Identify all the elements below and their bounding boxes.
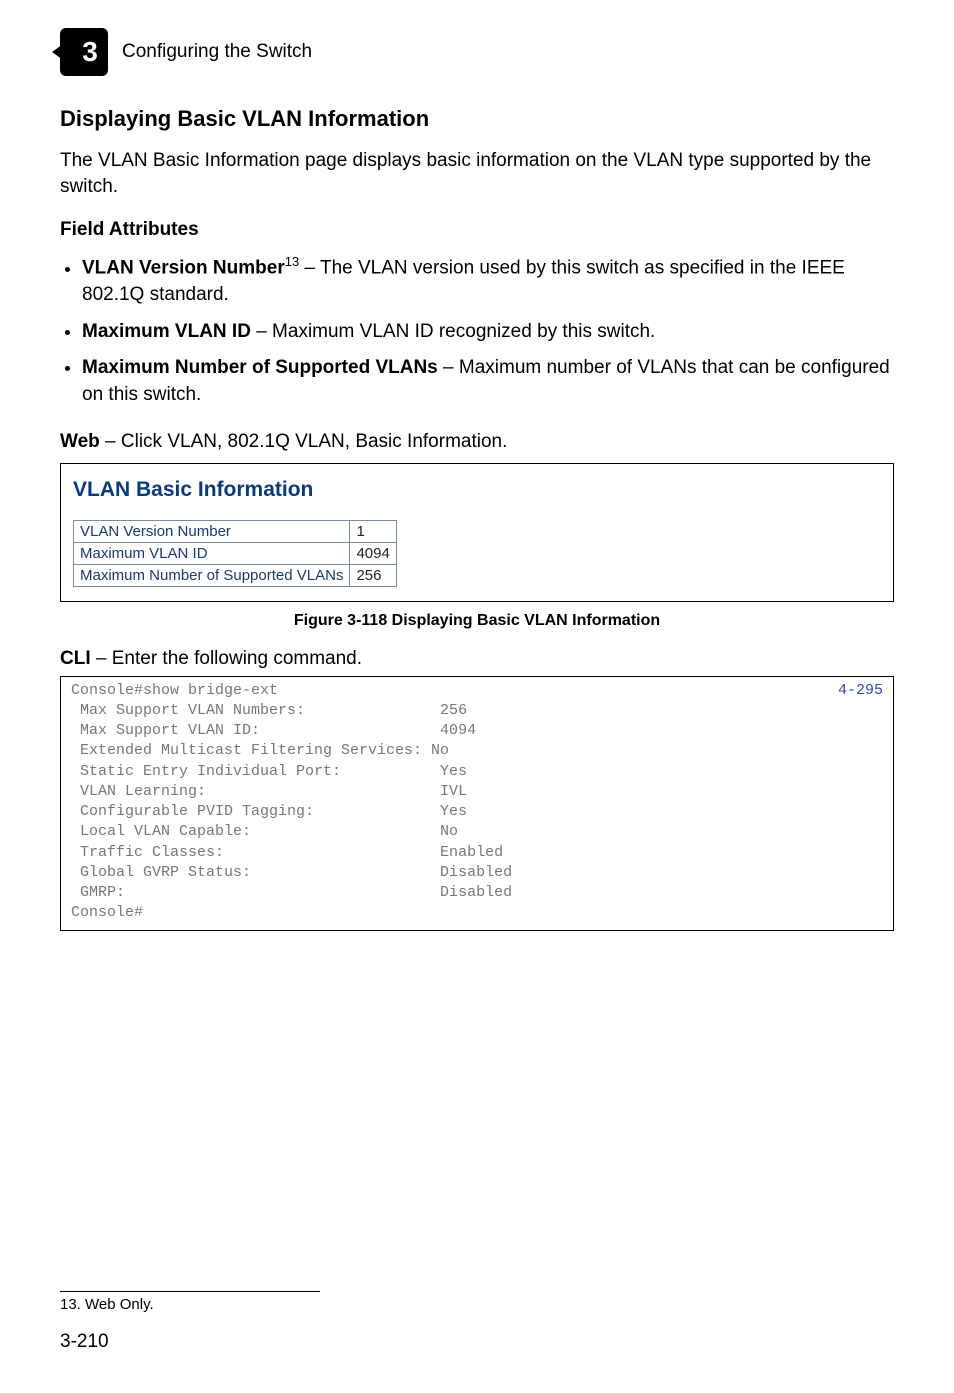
attr-desc: – Maximum VLAN ID recognized by this swi…: [251, 321, 655, 342]
footnote: 13. Web Only.: [60, 1296, 894, 1313]
attr-term: Maximum Number of Supported VLANs: [82, 357, 438, 378]
field-attributes-heading: Field Attributes: [60, 219, 894, 241]
field-attributes-list: VLAN Version Number13 – The VLAN version…: [60, 253, 894, 408]
cell-label: Maximum Number of Supported VLANs: [74, 564, 350, 586]
cell-value: 1: [350, 520, 397, 542]
cell-label: Maximum VLAN ID: [74, 542, 350, 564]
cli-line: Static Entry Individual Port: Yes: [71, 763, 467, 780]
cli-line: Traffic Classes: Enabled: [71, 844, 503, 861]
cli-line: Local VLAN Capable: No: [71, 823, 458, 840]
page-header: 3 Configuring the Switch: [60, 28, 894, 76]
chapter-number: 3: [82, 36, 98, 68]
vlan-info-table: VLAN Version Number 1 Maximum VLAN ID 40…: [73, 520, 397, 587]
cli-label: CLI: [60, 648, 91, 669]
arrow-left-icon: [52, 42, 66, 62]
cli-line: Extended Multicast Filtering Services: N…: [71, 742, 449, 759]
table-row: Maximum VLAN ID 4094: [74, 542, 397, 564]
section-heading: Displaying Basic VLAN Information: [60, 106, 894, 132]
cli-line: Console#show bridge-ext: [71, 682, 278, 699]
web-label: Web: [60, 431, 100, 452]
page-number: 3-210: [60, 1331, 894, 1353]
figure-caption: Figure 3-118 Displaying Basic VLAN Infor…: [60, 612, 894, 630]
cli-page-ref: 4-295: [838, 681, 883, 701]
panel-title: VLAN Basic Information: [73, 478, 881, 502]
cli-output: 4-295 Console#show bridge-ext Max Support…: [60, 676, 894, 931]
cli-text: – Enter the following command.: [91, 648, 362, 669]
cli-line: VLAN Learning: IVL: [71, 783, 467, 800]
footnote-ref: 13: [285, 254, 299, 269]
attr-term: VLAN Version Number: [82, 258, 285, 279]
cell-value: 256: [350, 564, 397, 586]
table-row: VLAN Version Number 1: [74, 520, 397, 542]
header-title: Configuring the Switch: [122, 41, 312, 63]
cell-label: VLAN Version Number: [74, 520, 350, 542]
list-item: Maximum VLAN ID – Maximum VLAN ID recogn…: [82, 319, 894, 346]
list-item: Maximum Number of Supported VLANs – Maxi…: [82, 355, 894, 408]
section-intro: The VLAN Basic Information page displays…: [60, 148, 894, 199]
list-item: VLAN Version Number13 – The VLAN version…: [82, 253, 894, 309]
attr-term: Maximum VLAN ID: [82, 321, 251, 342]
footnote-rule: [60, 1291, 320, 1292]
cli-line: Global GVRP Status: Disabled: [71, 864, 512, 881]
cli-line: Configurable PVID Tagging: Yes: [71, 803, 467, 820]
web-instruction: Web – Click VLAN, 802.1Q VLAN, Basic Inf…: [60, 431, 894, 453]
cli-instruction: CLI – Enter the following command.: [60, 648, 894, 670]
cli-line: Max Support VLAN ID: 4094: [71, 722, 476, 739]
table-row: Maximum Number of Supported VLANs 256: [74, 564, 397, 586]
vlan-info-panel: VLAN Basic Information VLAN Version Numb…: [60, 463, 894, 602]
cli-line: Console#: [71, 904, 143, 921]
web-text: – Click VLAN, 802.1Q VLAN, Basic Informa…: [100, 431, 508, 452]
cli-line: GMRP: Disabled: [71, 884, 512, 901]
cell-value: 4094: [350, 542, 397, 564]
chapter-badge: 3: [60, 28, 108, 76]
cli-line: Max Support VLAN Numbers: 256: [71, 702, 467, 719]
